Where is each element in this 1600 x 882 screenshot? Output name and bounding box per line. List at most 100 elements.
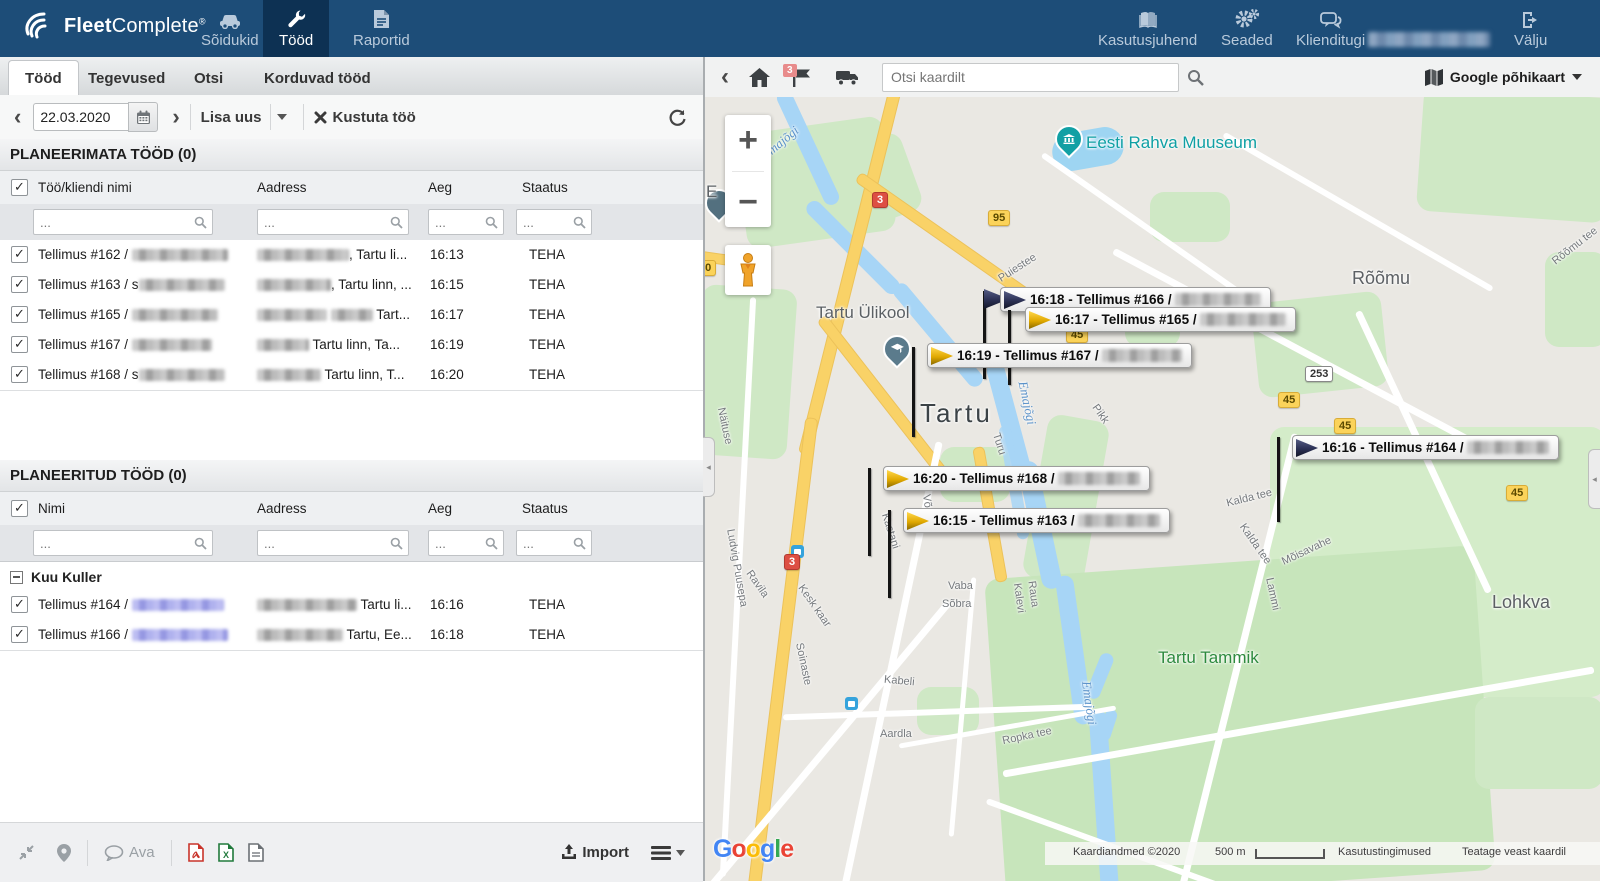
map-search-box[interactable] [882, 63, 1179, 92]
basemap-selector[interactable]: Google põhikaart [1425, 69, 1582, 86]
filter-status[interactable] [516, 530, 592, 556]
map-search-icon[interactable] [1187, 69, 1204, 86]
list-menu-button[interactable] [651, 846, 685, 860]
university-pin[interactable] [877, 329, 917, 369]
decor: Otsi [194, 70, 223, 87]
street-view-pegman[interactable] [725, 245, 771, 295]
map-copyright: Kaardiandmed ©2020 [1073, 846, 1180, 858]
nav-item-vehicles[interactable]: Sõidukid [185, 0, 275, 57]
decor [316, 113, 325, 122]
vehicles-on-map-button[interactable] [836, 69, 860, 86]
col-time[interactable]: Aeg [428, 180, 452, 195]
filter-time[interactable] [428, 530, 504, 556]
calendar-icon[interactable] [128, 102, 158, 132]
map-label[interactable]: Tartu [920, 398, 993, 429]
job-flag-label[interactable]: 16:20 - Tellimus #168 / [883, 466, 1150, 491]
planned-section-header[interactable]: PLANEERITUD TÖÖD (0) [0, 460, 703, 492]
map-report-link[interactable]: Teatage veast kaardil [1462, 846, 1566, 858]
collapse-group-icon[interactable] [10, 571, 23, 584]
unplanned-section-header[interactable]: PLANEERIMATA TÖÖD (0) [0, 139, 703, 171]
nav-item-reports[interactable]: Raportid [337, 0, 426, 57]
nav-item-jobs[interactable]: Tööd [263, 0, 329, 57]
export-pdf-icon[interactable] [188, 843, 204, 862]
row-checkbox[interactable]: ✓ [11, 596, 28, 613]
map-canvas[interactable]: 3 95 45 253 45 45 45 3 40 Eesti Rahva Mu… [705, 97, 1600, 881]
tab-otsi[interactable]: Otsi [178, 61, 239, 95]
add-new-button[interactable]: Lisa uus [201, 109, 262, 126]
job-flag-label[interactable]: 16:15 - Tellimus #163 / [903, 508, 1170, 533]
decor: Lisa uus [201, 109, 262, 126]
select-all-checkbox[interactable]: ✓ [11, 500, 28, 517]
filter-name[interactable] [33, 209, 213, 235]
transit-stop-icon[interactable] [845, 697, 858, 710]
table-row[interactable]: ✓ Tellimus #163 / s , Tartu linn, ... 16… [0, 270, 703, 301]
col-status[interactable]: Staatus [522, 180, 568, 195]
row-checkbox[interactable]: ✓ [11, 246, 28, 263]
export-excel-icon[interactable]: X [218, 843, 234, 862]
col-name[interactable]: Nimi [38, 501, 65, 516]
prev-day-button[interactable]: ‹ [14, 106, 21, 128]
decor [749, 68, 770, 87]
collapse-right-handle[interactable]: ◂ [1588, 449, 1600, 509]
nav-item-settings[interactable]: Seaded [1205, 0, 1289, 57]
table-row[interactable]: ✓ Tellimus #162 / , Tartu li... 16:13 TE… [0, 240, 703, 271]
fleetcomplete-logo[interactable]: FleetComplete® [22, 9, 206, 43]
import-button[interactable]: Import [561, 844, 629, 861]
location-pin-icon[interactable] [57, 844, 71, 862]
tab-tegevused[interactable]: Tegevused [72, 61, 181, 95]
collapse-left-panel-handle[interactable]: ◂ [703, 437, 715, 497]
table-row[interactable]: ✓ Tellimus #167 / Tartu linn, Ta... 16:1… [0, 330, 703, 361]
nav-item-manual[interactable]: Kasutusjuhend [1082, 0, 1213, 57]
filter-name[interactable] [33, 530, 213, 556]
date-input[interactable] [33, 103, 128, 131]
map-label[interactable]: Rõõmu [1352, 268, 1410, 289]
tab-tood[interactable]: Tööd [8, 60, 79, 96]
decor [61, 848, 66, 853]
col-status[interactable]: Staatus [522, 501, 568, 516]
filter-status[interactable] [516, 209, 592, 235]
map-back-button[interactable]: ‹ [721, 65, 729, 89]
zoom-in-button[interactable]: + [738, 121, 758, 160]
table-row[interactable]: ✓ Tellimus #165 / Tart... 16:17 TEHA [0, 300, 703, 331]
col-time[interactable]: Aeg [428, 501, 452, 516]
map-terms-link[interactable]: Kasutustingimused [1338, 846, 1431, 858]
nav-item-logout[interactable]: Välju [1498, 0, 1563, 57]
add-new-dropdown[interactable] [270, 104, 293, 130]
job-flag-label[interactable]: 16:16 - Tellimus #164 / [1292, 435, 1559, 460]
export-doc-icon[interactable] [248, 843, 264, 862]
filter-time[interactable] [428, 209, 504, 235]
nav-item-support[interactable]: Klienditugi [1280, 0, 1381, 57]
row-checkbox[interactable]: ✓ [11, 306, 28, 323]
row-checkbox[interactable]: ✓ [11, 336, 28, 353]
map-label[interactable]: Eesti Rahva Muuseum [1086, 133, 1257, 153]
collapse-panel-icon[interactable] [18, 844, 35, 861]
map-label[interactable]: Lohkva [1492, 592, 1550, 613]
group-row-kuu-kuller[interactable]: Kuu Kuller [10, 569, 102, 585]
open-chat-button[interactable]: Ava [104, 844, 155, 861]
job-flag-label[interactable]: 16:19 - Tellimus #167 / [927, 343, 1192, 368]
row-checkbox[interactable]: ✓ [11, 276, 28, 293]
col-name[interactable]: Töö/kliendi nimi [38, 180, 132, 195]
col-address[interactable]: Aadress [257, 180, 307, 195]
select-all-checkbox[interactable]: ✓ [11, 179, 28, 196]
tab-korduvad-tood[interactable]: Korduvad tööd [248, 61, 387, 95]
home-icon[interactable] [749, 68, 770, 87]
table-row[interactable]: ✓ Tellimus #166 / Tartu, Ee... 16:18 TEH… [0, 620, 703, 651]
col-address[interactable]: Aadress [257, 501, 307, 516]
map-label[interactable]: Tartu Ülikool [816, 303, 910, 323]
map-label[interactable]: Tartu Tammik [1158, 648, 1259, 668]
filter-address[interactable] [257, 530, 409, 556]
google-logo[interactable]: Google [713, 835, 793, 864]
row-checkbox[interactable]: ✓ [11, 626, 28, 643]
row-checkbox[interactable]: ✓ [11, 366, 28, 383]
job-flag-label[interactable]: 16:17 - Tellimus #165 / [1025, 307, 1296, 332]
refresh-icon[interactable] [668, 108, 687, 127]
zoom-out-button[interactable]: − [738, 183, 758, 222]
next-day-button[interactable]: › [172, 106, 179, 128]
delete-job-button[interactable]: Kustuta töö [314, 109, 416, 126]
table-row[interactable]: ✓ Tellimus #168 / s Tartu linn, T... 16:… [0, 360, 703, 391]
filter-address[interactable] [257, 209, 409, 235]
map-search-input[interactable] [883, 69, 1178, 85]
map-flags-button[interactable]: 3 [792, 68, 812, 87]
table-row[interactable]: ✓ Tellimus #164 / Tartu li... 16:16 TEHA [0, 590, 703, 621]
